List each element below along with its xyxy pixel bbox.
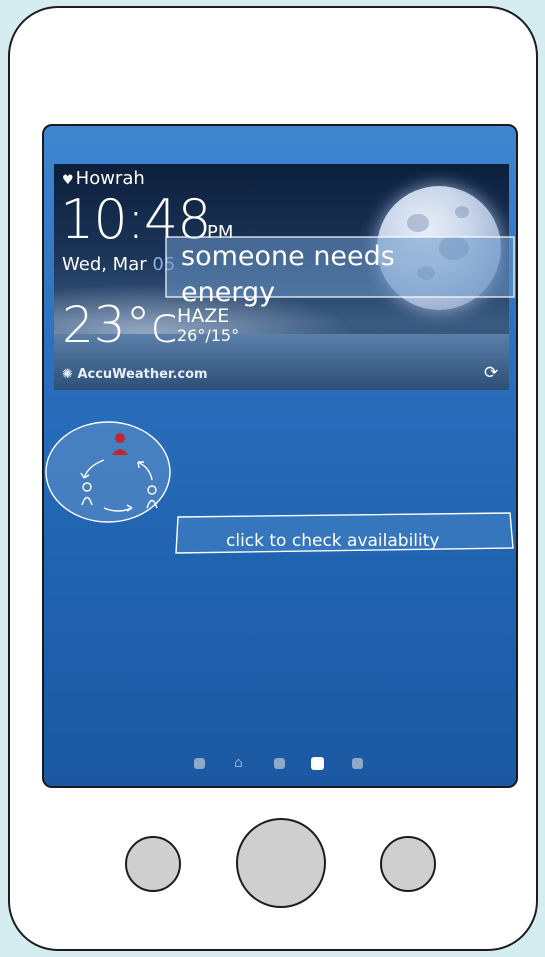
notification-title: someone needs energy (181, 239, 481, 311)
weather-city: ♥ Howrah (62, 168, 145, 189)
clock-date-day: 05 (152, 254, 176, 275)
weather-city-label: Howrah (75, 168, 145, 189)
page-dot-3[interactable] (274, 758, 285, 769)
menu-button[interactable] (380, 836, 436, 892)
clock-date: Wed, Mar 05 (62, 254, 175, 275)
location-pin-icon: ♥ (62, 173, 74, 188)
current-temperature: 23°c (62, 296, 179, 354)
notification-title-line1: someone needs (181, 241, 395, 272)
back-button[interactable] (125, 836, 181, 892)
weather-hi-lo: 26°/15° (177, 326, 240, 345)
page-dot-5[interactable] (352, 758, 363, 769)
weather-source[interactable]: ✺ AccuWeather.com (62, 367, 208, 382)
refresh-icon[interactable]: ⟳ (484, 363, 498, 383)
page-dot-4-active[interactable] (311, 757, 324, 770)
home-button[interactable] (236, 818, 326, 908)
accuweather-logo-icon: ✺ (62, 367, 73, 382)
check-availability-link[interactable]: click to check availability (226, 531, 439, 551)
phone-screen: ♥ Howrah 10:48 PM Wed, Mar 05 23°c HAZE 2… (42, 124, 518, 788)
page-dot-1[interactable] (194, 758, 205, 769)
home-icon[interactable]: ⌂ (234, 755, 243, 771)
clock-date-weekday-month: Wed, Mar (62, 254, 153, 275)
weather-source-label: AccuWeather.com (77, 367, 208, 382)
notification-title-line2: energy (181, 277, 276, 308)
